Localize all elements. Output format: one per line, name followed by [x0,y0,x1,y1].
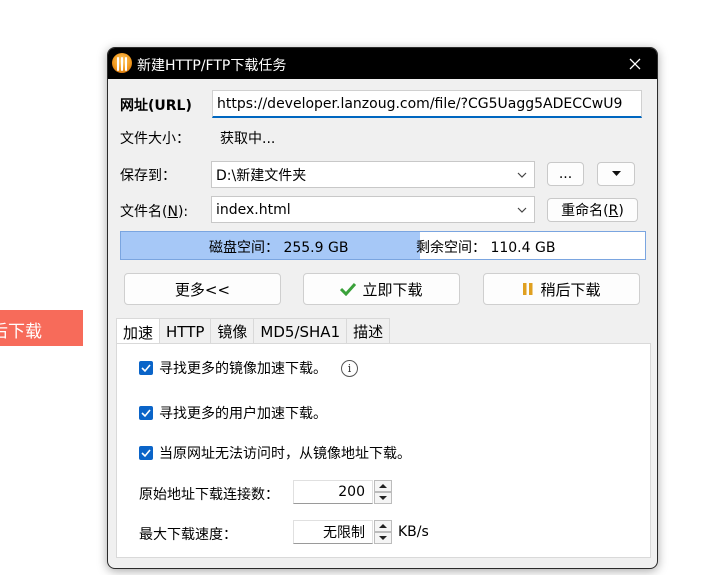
user-accel-checkbox[interactable] [139,406,153,420]
arrow-down-icon [379,536,387,540]
max-speed-stepper[interactable] [374,520,392,544]
more-button[interactable]: 更多<< [124,273,281,305]
new-download-dialog: 新建HTTP/FTP下载任务 网址(URL) https://developer… [107,47,658,569]
mirror-accel-option[interactable]: 寻找更多的镜像加速下载。 i [139,358,358,378]
url-label: 网址(URL) [120,98,192,114]
tab-accelerate[interactable]: 加速 [116,318,161,345]
triangle-down-icon [611,171,621,176]
dialog-title: 新建HTTP/FTP下载任务 [137,58,287,74]
filename-combobox[interactable]: index.html [211,196,535,223]
user-accel-label: 寻找更多的用户加速下载。 [159,406,327,422]
url-input[interactable]: https://developer.lanzoug.com/file/?CG5U… [212,90,642,118]
fallback-mirror-label: 当原网址无法访问时，从镜像地址下载。 [159,446,411,462]
rename-button[interactable]: 重命名(R) [547,198,638,222]
max-speed-down-button[interactable] [374,532,392,544]
close-button[interactable] [613,48,657,79]
arrow-down-icon [379,496,387,500]
chevron-down-icon[interactable] [516,169,528,181]
filesize-value: 获取中... [220,131,276,147]
checkmark-icon [340,282,357,296]
connections-up-button[interactable] [374,480,392,492]
filesize-label: 文件大小： [120,131,190,147]
connections-value: 200 [338,484,365,500]
max-speed-unit: KB/s [398,524,429,540]
download-later-button[interactable]: 稍后下载 [483,273,640,305]
disk-space-bar: 磁盘空间： 255.9 GB 剩余空间： 110.4 GB [120,231,646,260]
close-icon [629,58,641,69]
max-speed-value: 无限制 [323,525,365,541]
background-tag: 后下载 [0,310,83,346]
filename-value: index.html [216,201,291,218]
max-speed-label: 最大下载速度： [139,527,237,543]
saveto-dropdown-button[interactable] [597,162,635,186]
filename-label: 文件名(N): [120,204,189,220]
download-now-button[interactable]: 立即下载 [303,273,460,305]
background-tag-text: 后下载 [0,322,42,342]
browse-button-label: ... [558,166,573,182]
max-speed-input[interactable]: 无限制 [293,520,373,544]
user-accel-option[interactable]: 寻找更多的用户加速下载。 [139,403,327,423]
tab-md5-sha1[interactable]: MD5/SHA1 [253,318,348,344]
chevron-down-icon[interactable] [516,204,528,216]
info-icon[interactable]: i [341,359,358,377]
saveto-value: D:\新建文件夹 [216,167,307,184]
connections-stepper[interactable] [374,480,392,504]
saveto-combobox[interactable]: D:\新建文件夹 [211,161,535,188]
mirror-accel-label: 寻找更多的镜像加速下载。 [159,361,327,377]
tab-description[interactable]: 描述 [346,318,391,344]
tab-http[interactable]: HTTP [159,318,212,344]
url-value: https://developer.lanzoug.com/file/?CG5U… [217,95,623,112]
disk-space-text: 磁盘空间： 255.9 GB [209,240,349,256]
connections-input[interactable]: 200 [293,480,373,504]
download-later-label: 稍后下载 [540,280,601,299]
title-bar[interactable]: 新建HTTP/FTP下载任务 [108,48,657,79]
accelerate-panel: 寻找更多的镜像加速下载。 i 寻找更多的用户加速下载。 当原网址无法访问时，从镜… [116,343,651,558]
connections-label: 原始地址下载连接数： [139,487,279,503]
mirror-accel-checkbox[interactable] [139,361,153,375]
pause-icon [523,283,533,295]
connections-down-button[interactable] [374,492,392,504]
fallback-mirror-checkbox[interactable] [139,446,153,460]
download-now-label: 立即下载 [362,280,423,299]
arrow-up-icon [379,524,387,528]
options-tabs: 加速 HTTP 镜像 MD5/SHA1 描述 [116,318,391,345]
more-button-label: 更多<< [174,280,231,299]
tab-mirror[interactable]: 镜像 [210,318,255,344]
saveto-label: 保存到： [120,168,176,184]
rename-button-label: 重命名(R) [561,203,624,219]
fallback-mirror-option[interactable]: 当原网址无法访问时，从镜像地址下载。 [139,443,411,463]
arrow-up-icon [379,484,387,488]
max-speed-up-button[interactable] [374,520,392,532]
free-space-text: 剩余空间： 110.4 GB [416,240,556,256]
browse-button[interactable]: ... [547,162,584,186]
flashget-orange-icon [112,53,132,73]
